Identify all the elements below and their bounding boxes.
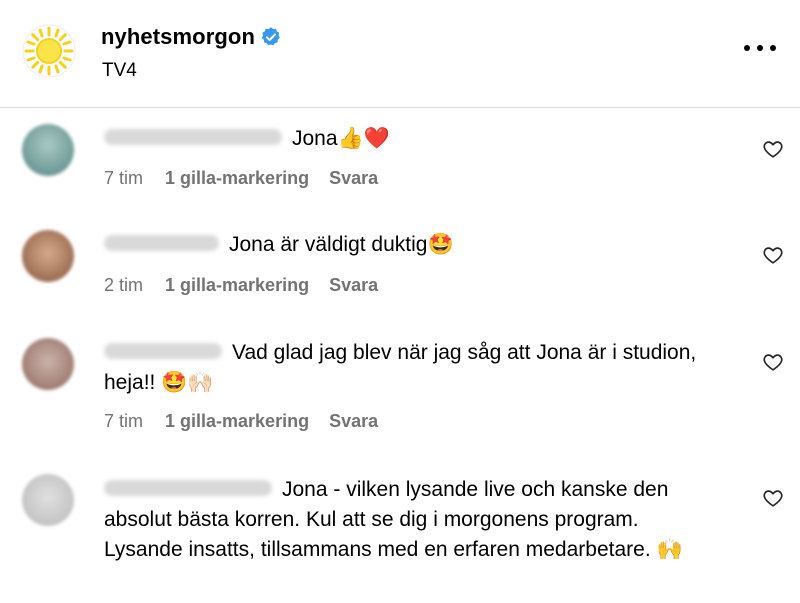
comment-meta: 7 tim 1 gilla-markering Svara [104,168,378,189]
comment-text: Jona är väldigt duktig🤩 [229,233,454,256]
heart-icon[interactable] [762,487,784,509]
username-blurred[interactable] [104,235,219,252]
heart-icon[interactable] [762,351,784,373]
account-name[interactable]: nyhetsmorgon [101,24,282,50]
likes-count[interactable]: 1 gilla-markering [165,275,309,296]
likes-count[interactable]: 1 gilla-markering [165,411,309,432]
comment-text: Jona👍❤️ [292,127,390,150]
username-blurred[interactable] [104,129,282,146]
reply-button[interactable]: Svara [329,411,378,432]
heart-icon[interactable] [762,244,784,266]
avatar[interactable] [22,474,74,526]
avatar[interactable] [22,338,74,390]
comment-time[interactable]: 7 tim [104,168,143,189]
dot [744,45,750,51]
dot [770,45,776,51]
username-blurred[interactable] [104,343,222,360]
dot [757,45,763,51]
post-header: nyhetsmorgon TV4 [0,0,800,108]
sun-logo-icon[interactable] [22,24,76,78]
comment-meta: 7 tim 1 gilla-markering Svara [104,411,378,432]
comment-time[interactable]: 2 tim [104,275,143,296]
comment-body: Vad glad jag blev när jag såg att Jona ä… [104,338,710,398]
account-subtitle: TV4 [102,60,137,81]
reply-button[interactable]: Svara [329,168,378,189]
likes-count[interactable]: 1 gilla-markering [165,168,309,189]
comment-meta: 2 tim 1 gilla-markering Svara [104,275,378,296]
account-name-text[interactable]: nyhetsmorgon [101,24,255,50]
username-blurred[interactable] [104,480,272,497]
comment-body: Jona - vilken lysande live och kanske de… [104,475,710,565]
avatar[interactable] [22,230,74,282]
verified-badge-icon [261,27,280,46]
comment-body: Jona är väldigt duktig🤩 [104,230,710,260]
reply-button[interactable]: Svara [329,275,378,296]
comment-body: Jona👍❤️ [104,124,710,154]
comment-time[interactable]: 7 tim [104,411,143,432]
avatar[interactable] [22,124,74,176]
more-options-icon[interactable] [744,38,776,58]
heart-icon[interactable] [762,138,784,160]
